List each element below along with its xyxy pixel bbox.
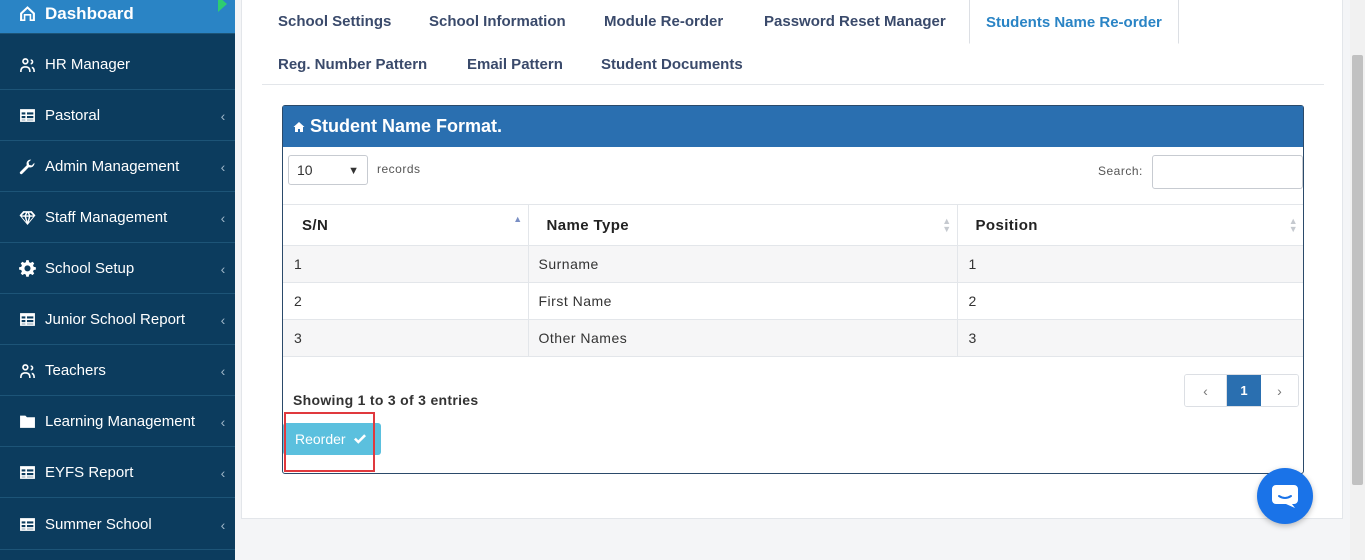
cell-name-type: Other Names [528, 319, 958, 357]
chevron-left-icon: ‹ [220, 107, 226, 124]
cell-name-type: First Name [528, 282, 958, 320]
cell-position: 2 [957, 282, 1303, 320]
active-indicator [218, 0, 227, 12]
table-row[interactable]: 2 First Name 2 [283, 282, 1303, 320]
cell-position: 1 [957, 245, 1303, 283]
column-header-label: Name Type [546, 216, 630, 234]
tab-school-settings[interactable]: School Settings [262, 1, 407, 41]
folder-icon [17, 413, 37, 430]
sidebar-item-label: Staff Management [45, 209, 168, 226]
sidebar-item-label: Summer School [45, 516, 152, 533]
column-header-label: S/N [302, 216, 329, 234]
reorder-button[interactable]: Reorder [283, 423, 381, 455]
scrollbar-thumb[interactable] [1352, 55, 1363, 485]
sidebar-item-eyfs-report[interactable]: EYFS Report ‹ [0, 448, 235, 498]
card-title: Student Name Format. [310, 116, 503, 136]
card-header: Student Name Format. [283, 106, 1303, 147]
sidebar: Dashboard HR Manager Pastoral ‹ Admin Ma… [0, 0, 235, 560]
sidebar-item-hr-manager[interactable]: HR Manager [0, 40, 235, 90]
cell-sn: 1 [283, 245, 529, 283]
student-name-format-card: Student Name Format. 10 ▼ records Search… [282, 105, 1304, 474]
cell-sn: 2 [283, 282, 529, 320]
chevron-left-icon: ‹ [220, 362, 226, 379]
sidebar-item-junior-school-report[interactable]: Junior School Report ‹ [0, 295, 235, 345]
pagination-prev-button[interactable]: ‹ [1185, 375, 1227, 406]
chat-button[interactable] [1257, 468, 1313, 524]
sidebar-item-label: Teachers [45, 362, 106, 379]
name-format-table: S/N ▲ Name Type ▲ ▼ Position ▲ ▼ 1 Surna… [283, 204, 1303, 357]
table-icon [17, 107, 37, 124]
reorder-button-label: Reorder [295, 431, 346, 447]
chevron-left-icon: ‹ [220, 311, 226, 328]
tab-email-pattern[interactable]: Email Pattern [451, 45, 579, 83]
sidebar-item-staff-management[interactable]: Staff Management ‹ [0, 193, 235, 243]
sidebar-item-pastoral[interactable]: Pastoral ‹ [0, 91, 235, 141]
tab-password-reset-manager[interactable]: Password Reset Manager [748, 1, 962, 41]
sort-both-icon: ▲ ▼ [942, 216, 952, 234]
chevron-left-icon: ‹ [220, 516, 226, 533]
column-header-label: Position [975, 216, 1038, 234]
sidebar-item-label: Learning Management [45, 413, 196, 430]
records-label: records [377, 162, 421, 176]
sidebar-item-label: Admin Management [45, 158, 180, 175]
table-row[interactable]: 1 Surname 1 [283, 245, 1303, 283]
sidebar-item-admin-management[interactable]: Admin Management ‹ [0, 142, 235, 192]
pagination-next-button[interactable]: › [1261, 375, 1298, 406]
chevron-left-icon: ‹ [220, 260, 226, 277]
column-header-position[interactable]: Position ▲ ▼ [957, 204, 1303, 246]
table-row[interactable]: 3 Other Names 3 [283, 319, 1303, 357]
table-icon [17, 311, 37, 328]
records-per-page-value: 10 [297, 162, 313, 178]
sidebar-item-label: School Setup [45, 260, 135, 277]
tab-student-documents[interactable]: Student Documents [585, 45, 759, 83]
table-info: Showing 1 to 3 of 3 entries [293, 392, 479, 408]
column-header-sn[interactable]: S/N ▲ [283, 204, 529, 246]
cell-name-type: Surname [528, 245, 958, 283]
search-label: Search: [1098, 164, 1143, 178]
tab-reg-number-pattern[interactable]: Reg. Number Pattern [262, 45, 443, 83]
tab-module-reorder[interactable]: Module Re-order [588, 1, 739, 41]
sidebar-item-label: Junior School Report [45, 311, 186, 328]
page-scrollbar[interactable] [1350, 0, 1365, 560]
tab-school-information[interactable]: School Information [413, 1, 582, 41]
sidebar-item-label: EYFS Report [45, 464, 134, 481]
sidebar-item-teachers[interactable]: Teachers ‹ [0, 346, 235, 396]
sort-both-icon: ▲ ▼ [1288, 216, 1298, 234]
cell-sn: 3 [283, 319, 529, 357]
chat-bubble-icon [1272, 485, 1298, 508]
table-icon [17, 464, 37, 481]
wrench-icon [17, 158, 37, 175]
user-group-icon [17, 56, 37, 73]
chevron-left-icon: ‹ [220, 158, 226, 175]
user-group-icon [17, 362, 37, 379]
chevron-left-icon: ‹ [220, 464, 226, 481]
sort-asc-icon: ▲ [513, 214, 523, 224]
gear-icon [17, 260, 37, 277]
records-per-page-select[interactable]: 10 ▼ [288, 155, 368, 185]
settings-tabs: School Settings School Information Modul… [262, 0, 1324, 85]
chevron-left-icon: ‹ [220, 209, 226, 226]
sidebar-item-learning-management[interactable]: Learning Management ‹ [0, 397, 235, 447]
sidebar-item-label: Pastoral [45, 107, 101, 124]
sidebar-item-label: Dashboard [45, 3, 134, 23]
home-icon [17, 5, 37, 22]
table-icon [17, 516, 37, 533]
pagination: ‹ 1 › [1184, 374, 1299, 407]
column-header-name-type[interactable]: Name Type ▲ ▼ [528, 204, 958, 246]
chevron-left-icon: ‹ [220, 413, 226, 430]
check-icon [353, 434, 366, 444]
sidebar-item-summer-school[interactable]: Summer School ‹ [0, 500, 235, 550]
sidebar-item-label: HR Manager [45, 56, 131, 73]
sidebar-item-dashboard[interactable]: Dashboard [0, 0, 235, 34]
cell-position: 3 [957, 319, 1303, 357]
search-input[interactable] [1152, 155, 1303, 189]
main-panel: School Settings School Information Modul… [241, 0, 1343, 519]
chevron-down-icon: ▼ [348, 165, 359, 177]
home-icon [293, 121, 305, 132]
sidebar-item-school-setup[interactable]: School Setup ‹ [0, 244, 235, 294]
tab-students-name-reorder[interactable]: Students Name Re-order [969, 0, 1179, 44]
diamond-icon [17, 209, 37, 226]
pagination-page-button[interactable]: 1 [1227, 375, 1261, 406]
